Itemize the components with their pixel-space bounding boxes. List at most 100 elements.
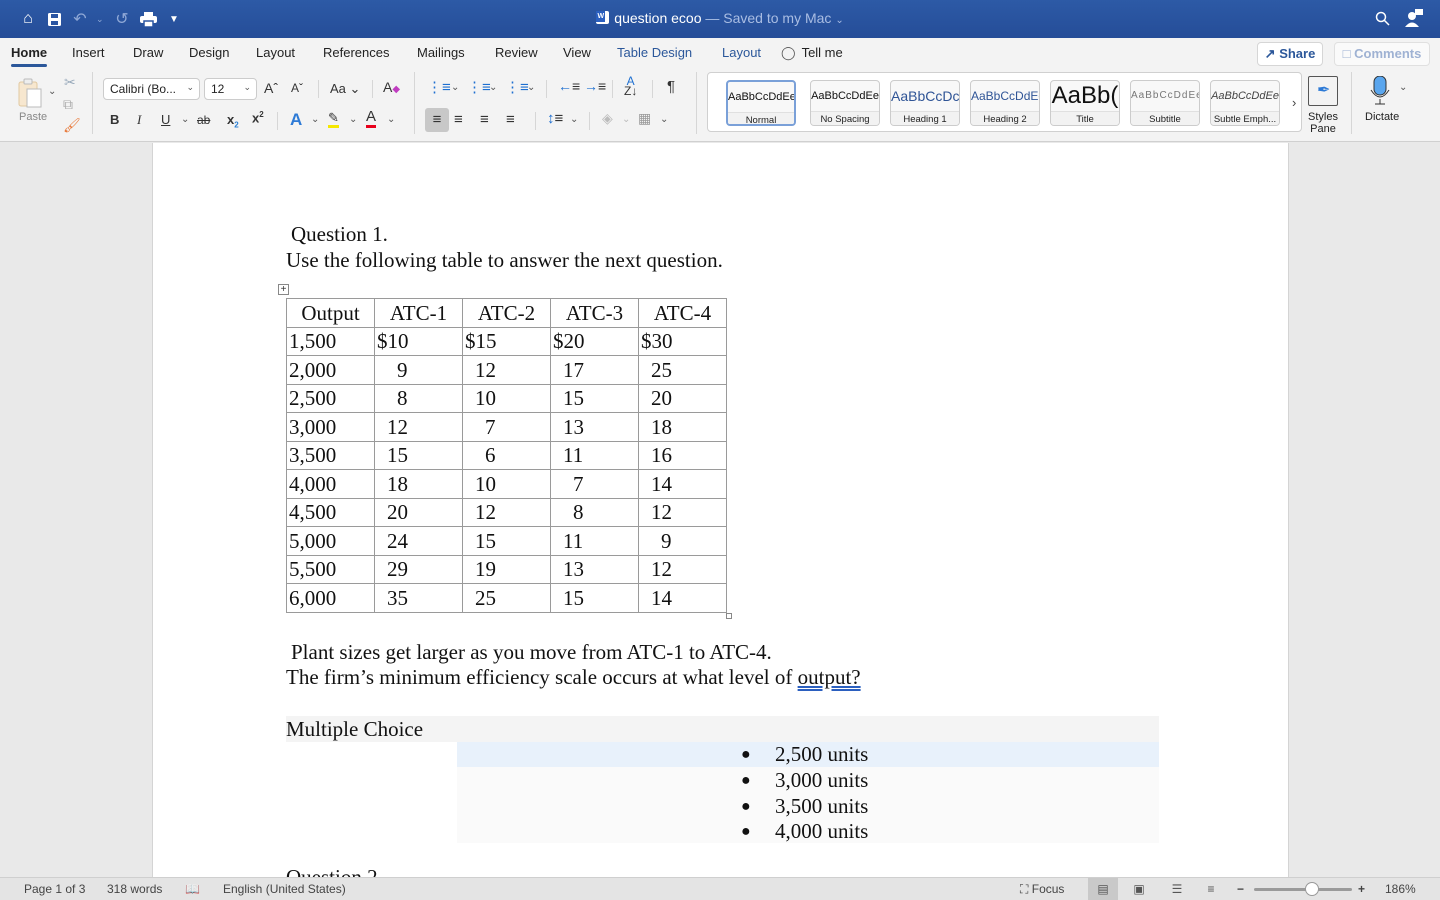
bullets-icon[interactable]: ⋮≡ xyxy=(427,78,451,96)
style-heading-2[interactable]: AaBbCcDdEe Heading 2 xyxy=(970,80,1040,126)
language[interactable]: English (United States) xyxy=(223,882,346,896)
tab-table-design[interactable]: Table Design xyxy=(617,45,692,60)
comments-button[interactable]: □ Comments xyxy=(1334,42,1430,66)
zoom-slider-thumb[interactable] xyxy=(1305,882,1319,896)
atc-cell[interactable]: 15 xyxy=(374,440,463,470)
option-item[interactable]: ● 3,000 units xyxy=(457,768,1159,793)
format-painter-icon[interactable]: 🖌 xyxy=(63,117,81,134)
tab-references[interactable]: References xyxy=(323,45,389,60)
output-cell[interactable]: 2,000 xyxy=(286,355,375,385)
tab-design[interactable]: Design xyxy=(189,45,229,60)
tab-review[interactable]: Review xyxy=(495,45,538,60)
sort-icon[interactable]: A Z↓ xyxy=(624,75,637,97)
web-layout-view-icon[interactable]: ▣ xyxy=(1124,878,1154,900)
atc-cell[interactable]: $20 xyxy=(550,326,639,356)
atc-cell[interactable]: 12 xyxy=(374,412,463,442)
output-cell[interactable]: 3,500 xyxy=(286,440,375,470)
show-formatting-icon[interactable]: ¶ xyxy=(667,78,675,95)
borders-icon[interactable]: ▦ xyxy=(638,110,651,127)
account-icon[interactable] xyxy=(1404,8,1424,33)
style-title[interactable]: AaBb( Title xyxy=(1050,80,1120,126)
highlight-icon[interactable]: ✎ xyxy=(328,110,339,128)
tab-insert[interactable]: Insert xyxy=(72,45,105,60)
atc-cell[interactable]: 7 xyxy=(550,469,639,499)
atc-cell[interactable]: 13 xyxy=(550,554,639,584)
atc-cell[interactable]: 15 xyxy=(550,583,639,613)
atc-cell[interactable]: 9 xyxy=(374,355,463,385)
option-item[interactable]: ● 2,500 units xyxy=(457,742,1159,767)
atc-cell[interactable]: 10 xyxy=(462,383,551,413)
atc-cell[interactable]: 15 xyxy=(550,383,639,413)
atc-cell[interactable]: 6 xyxy=(462,440,551,470)
atc-cell[interactable]: 25 xyxy=(462,583,551,613)
table-resize-handle[interactable] xyxy=(726,613,732,619)
style-normal[interactable]: AaBbCcDdEe Normal xyxy=(726,80,796,126)
numbering-dropdown-icon[interactable]: ⌄ xyxy=(489,82,497,93)
proofing-icon[interactable]: 📖 xyxy=(185,882,200,896)
atc-cell[interactable]: 25 xyxy=(638,355,727,385)
shading-icon[interactable]: ◈ xyxy=(602,110,613,127)
atc-cell[interactable]: 12 xyxy=(638,497,727,527)
tab-layout[interactable]: Layout xyxy=(256,45,295,60)
tab-table-layout[interactable]: Layout xyxy=(722,45,761,60)
subscript-icon[interactable]: x2 xyxy=(227,112,239,130)
atc-cell[interactable]: 13 xyxy=(550,412,639,442)
underline-icon[interactable]: U xyxy=(161,112,170,127)
tell-me-search[interactable]: ◯ Tell me xyxy=(781,45,843,61)
output-cell[interactable]: 6,000 xyxy=(286,583,375,613)
page-count[interactable]: Page 1 of 3 xyxy=(24,882,85,896)
styles-pane-button[interactable]: ✒ xyxy=(1308,76,1338,106)
output-cell[interactable]: 1,500 xyxy=(286,326,375,356)
strikethrough-icon[interactable]: ab xyxy=(197,113,210,127)
atc-cell[interactable]: 7 xyxy=(462,412,551,442)
print-layout-view-icon[interactable]: ▤ xyxy=(1088,878,1118,900)
zoom-slider[interactable] xyxy=(1254,888,1352,891)
option-item[interactable]: ● 3,500 units xyxy=(457,794,1159,819)
paste-dropdown-icon[interactable]: ⌄ xyxy=(48,86,56,97)
zoom-out-icon[interactable]: − xyxy=(1237,882,1244,896)
atc-cell[interactable]: 11 xyxy=(550,440,639,470)
title-chevron-down-icon[interactable]: ⌄ xyxy=(835,15,843,26)
atc-cell[interactable]: 29 xyxy=(374,554,463,584)
zoom-in-icon[interactable]: + xyxy=(1358,882,1365,896)
atc-cell[interactable]: 11 xyxy=(550,526,639,556)
tab-draw[interactable]: Draw xyxy=(133,45,163,60)
output-cell[interactable]: 4,000 xyxy=(286,469,375,499)
atc-cell[interactable]: $30 xyxy=(638,326,727,356)
shading-dropdown-icon[interactable]: ⌄ xyxy=(622,114,630,125)
cut-icon[interactable]: ✂ xyxy=(64,74,76,91)
line-spacing-dropdown-icon[interactable]: ⌄ xyxy=(570,114,578,125)
atc-cell[interactable]: 12 xyxy=(462,355,551,385)
output-cell[interactable]: 3,000 xyxy=(286,412,375,442)
superscript-icon[interactable]: x2 xyxy=(252,110,264,125)
borders-dropdown-icon[interactable]: ⌄ xyxy=(660,114,668,125)
atc-cell[interactable]: 14 xyxy=(638,583,727,613)
font-color-dropdown-icon[interactable]: ⌄ xyxy=(387,114,395,125)
style-subtle-emphasis[interactable]: AaBbCcDdEe Subtle Emph... xyxy=(1210,80,1280,126)
multilevel-list-icon[interactable]: ⋮≡ xyxy=(505,78,529,96)
font-color-icon[interactable]: A xyxy=(366,109,377,128)
atc-cell[interactable]: 20 xyxy=(374,497,463,527)
font-name-select[interactable]: Calibri (Bo... ⌄ xyxy=(103,78,200,100)
document-page[interactable]: Question 1. Use the following table to a… xyxy=(152,143,1289,878)
atc-cell[interactable]: 18 xyxy=(374,469,463,499)
text-effects-dropdown-icon[interactable]: ⌄ xyxy=(311,114,319,125)
atc-cell[interactable]: 9 xyxy=(638,526,727,556)
highlight-dropdown-icon[interactable]: ⌄ xyxy=(349,114,357,125)
decrease-indent-icon[interactable]: ←≡ xyxy=(558,78,580,94)
atc-cell[interactable]: 10 xyxy=(462,469,551,499)
atc-cell[interactable]: 17 xyxy=(550,355,639,385)
outline-view-icon[interactable]: ☰ xyxy=(1162,878,1192,900)
atc-cell[interactable]: 35 xyxy=(374,583,463,613)
atc-cell[interactable]: 8 xyxy=(550,497,639,527)
paste-button[interactable] xyxy=(17,78,47,110)
atc-cell[interactable]: $10 xyxy=(374,326,463,356)
document-title[interactable]: question ecoo — Saved to my Mac ⌄ xyxy=(0,10,1440,26)
underline-dropdown-icon[interactable]: ⌄ xyxy=(181,114,189,125)
option-item[interactable]: ● 4,000 units xyxy=(457,819,1159,844)
tab-view[interactable]: View xyxy=(563,45,591,60)
style-subtitle[interactable]: AaBbCcDdEe Subtitle xyxy=(1130,80,1200,126)
grow-font-icon[interactable]: Aˆ xyxy=(264,80,278,96)
microphone-icon[interactable] xyxy=(1370,75,1390,105)
clear-formatting-icon[interactable]: A◆ xyxy=(383,79,400,95)
